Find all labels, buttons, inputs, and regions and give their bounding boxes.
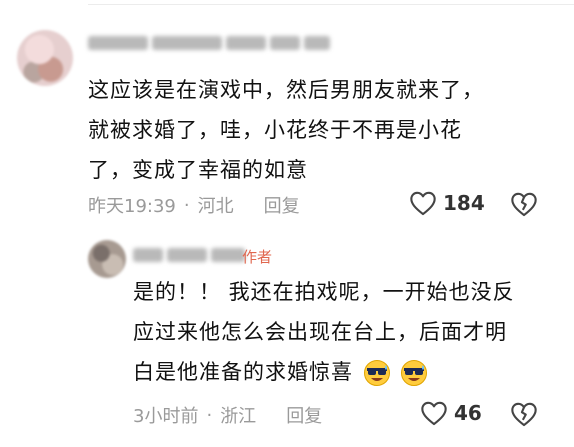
username-blurred[interactable] xyxy=(88,36,330,50)
broken-heart-icon xyxy=(511,192,537,217)
top-divider xyxy=(88,4,574,5)
reply-username-blurred[interactable] xyxy=(133,248,245,262)
comment-meta: 昨天19:39 · 河北 回复 xyxy=(88,192,300,218)
separator: · xyxy=(206,404,213,426)
smiling-sweat-sunglasses-emoji xyxy=(401,360,428,386)
like-count: 184 xyxy=(443,191,485,215)
comment-text-line: 了，变成了幸福的如意 xyxy=(88,158,308,182)
like-count: 46 xyxy=(454,401,482,425)
comment-time: 昨天19:39 xyxy=(88,196,176,217)
comment-text: 这应该是在演戏中，然后男朋友就来了， 就被求婚了，哇，小花终于不再是小花 了，变… xyxy=(88,70,558,190)
separator: · xyxy=(183,194,190,216)
reply-dislike-button[interactable] xyxy=(510,401,538,431)
reply-like-button[interactable]: 46 xyxy=(420,400,482,426)
comment-text-line: 这应该是在演戏中，然后男朋友就来了， xyxy=(88,78,484,102)
like-button[interactable]: 184 xyxy=(409,190,485,216)
reply-time: 3小时前 xyxy=(133,406,199,427)
reply-text-span: 白是他准备的求婚惊喜 xyxy=(133,360,353,384)
heart-outline-icon xyxy=(410,191,436,216)
author-badge: 作者 xyxy=(242,248,273,266)
reply-text-line: 白是他准备的求婚惊喜 xyxy=(133,352,563,392)
avatar[interactable] xyxy=(17,30,73,86)
dislike-button[interactable] xyxy=(510,191,538,221)
heart-outline-icon xyxy=(421,401,447,426)
smiling-sweat-sunglasses-emoji xyxy=(363,360,390,386)
reply-text-line: 应过来他怎么会出现在台上，后面才明 xyxy=(133,320,507,344)
reply-text-line: 是的！！ 我还在拍戏呢，一开始也没反 xyxy=(133,280,515,304)
reply-meta: 3小时前 · 浙江 回复 xyxy=(133,402,322,428)
comment-location: 河北 xyxy=(197,196,234,217)
reply-button[interactable]: 回复 xyxy=(264,192,300,218)
reply-reply-button[interactable]: 回复 xyxy=(286,402,322,428)
reply-text: 是的！！ 我还在拍戏呢，一开始也没反 应过来他怎么会出现在台上，后面才明 白是他… xyxy=(133,272,563,392)
reply-avatar[interactable] xyxy=(88,240,126,278)
broken-heart-icon xyxy=(511,402,537,427)
reply-location: 浙江 xyxy=(220,406,257,427)
comment-text-line: 就被求婚了，哇，小花终于不再是小花 xyxy=(88,118,462,142)
